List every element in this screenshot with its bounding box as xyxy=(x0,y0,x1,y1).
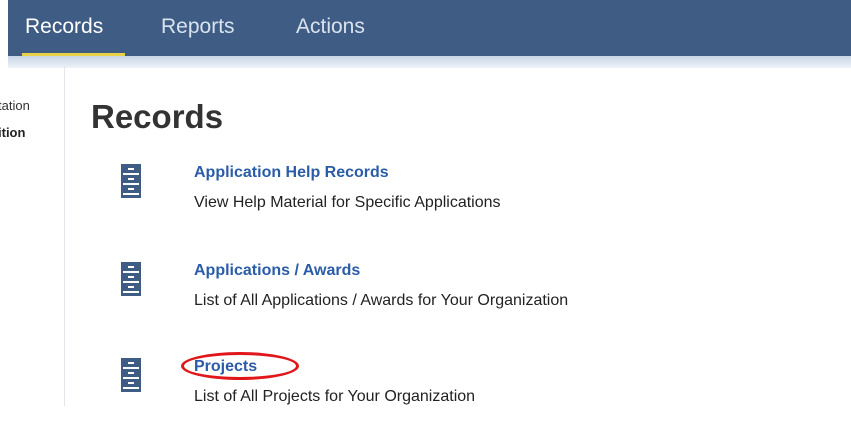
record-description: List of All Projects for Your Organizati… xyxy=(194,388,476,405)
annotation-highlight-circle xyxy=(181,352,299,380)
navbar-shadow xyxy=(8,56,851,68)
record-description: View Help Material for Specific Applicat… xyxy=(194,194,501,211)
tab-actions[interactable]: Actions xyxy=(296,15,365,39)
record-link-applications[interactable]: Applications / Awards xyxy=(194,262,360,280)
sidebar-item-2[interactable]: ition xyxy=(0,125,25,140)
tab-records[interactable]: Records xyxy=(25,15,103,39)
record-description: List of All Applications / Awards for Yo… xyxy=(194,292,569,309)
main-navbar: Records Reports Actions xyxy=(8,0,851,56)
sidebar-item-1[interactable]: tation xyxy=(0,98,30,113)
file-cabinet-icon xyxy=(121,262,141,296)
page-title: Records xyxy=(91,98,224,135)
sidebar-divider xyxy=(64,66,65,406)
tab-reports[interactable]: Reports xyxy=(161,15,235,39)
top-bar: Records Reports Actions xyxy=(0,0,851,68)
record-link-help[interactable]: Application Help Records xyxy=(194,164,389,182)
file-cabinet-icon xyxy=(121,358,141,392)
file-cabinet-icon xyxy=(121,164,141,198)
